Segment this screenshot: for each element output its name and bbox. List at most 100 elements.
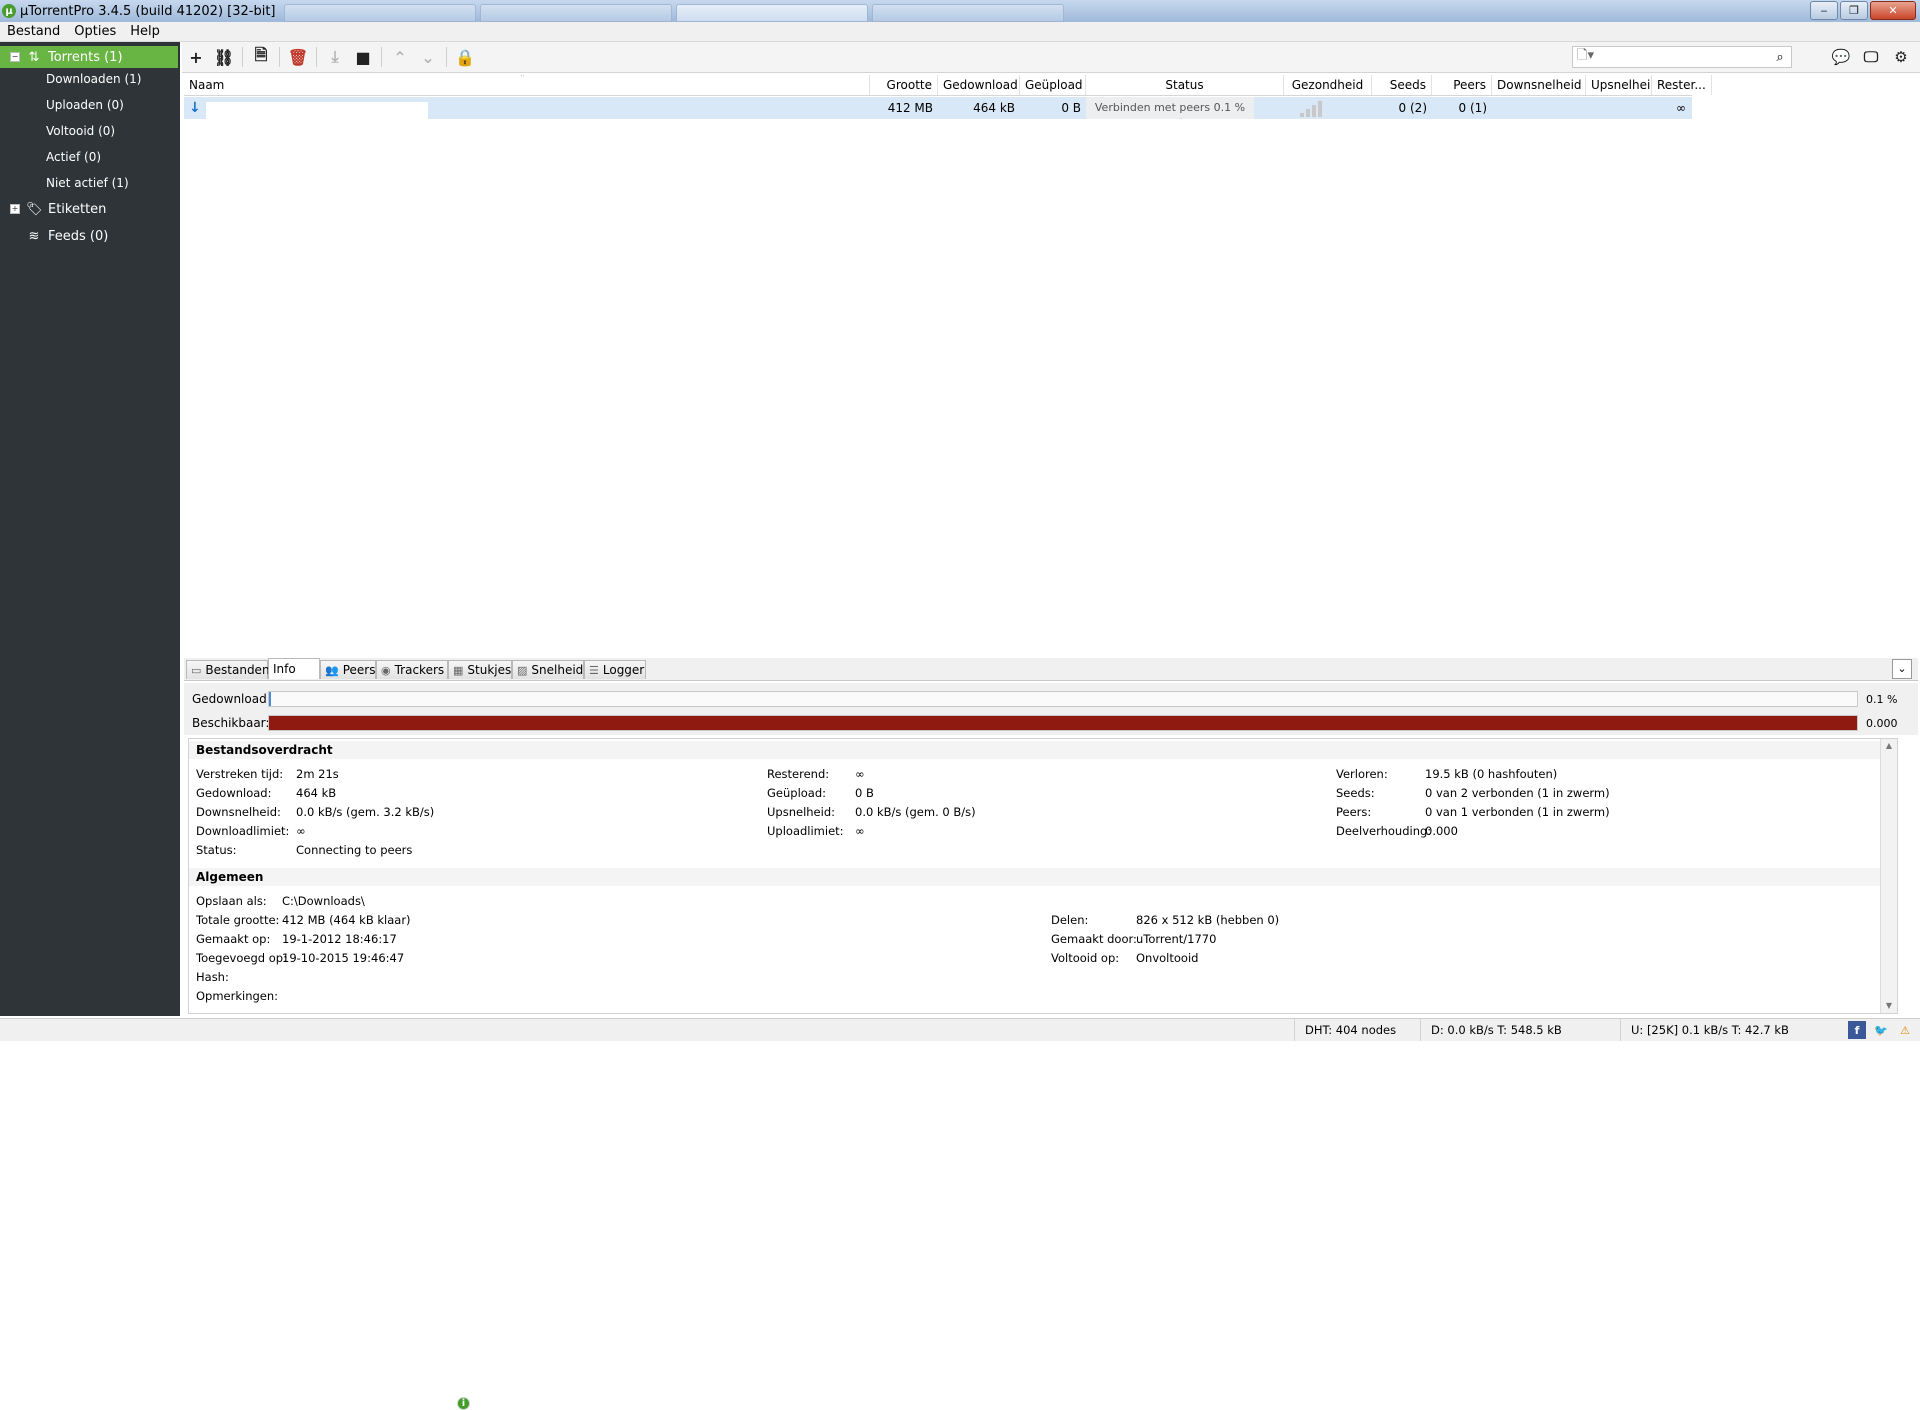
column-remaining[interactable]: Rester... xyxy=(1652,75,1712,95)
tab-label: Stukjes xyxy=(467,663,512,677)
close-button[interactable]: ✕ xyxy=(1870,1,1916,20)
menu-opties[interactable]: Opties xyxy=(67,24,123,39)
maximize-button[interactable]: ❐ xyxy=(1840,1,1868,20)
collapse-icon[interactable]: − xyxy=(10,52,20,62)
kv-label: Delen: xyxy=(1051,913,1089,927)
kv-label: Totale grootte: xyxy=(196,913,280,927)
sidebar-item-label: Niet actief (1) xyxy=(46,176,129,190)
rss-icon: ≋ xyxy=(28,228,40,244)
sidebar-item-inactive[interactable]: Niet actief (1) xyxy=(0,172,178,194)
toolbar-right: 💬 🖵 ⚙ xyxy=(1826,45,1916,69)
background-browser-tabs xyxy=(283,2,1068,22)
tab-trackers[interactable]: ◉ Trackers xyxy=(376,660,448,679)
add-torrent-button[interactable]: + xyxy=(182,45,210,69)
sidebar-item-feeds[interactable]: ≋ Feeds (0) xyxy=(0,225,178,247)
search-icon[interactable]: ⌕ xyxy=(1769,50,1791,65)
window-controls: ‒ ❐ ✕ xyxy=(1808,1,1916,20)
warning-icon[interactable]: ⚠ xyxy=(1896,1021,1914,1039)
kv-label: Downsnelheid: xyxy=(196,805,281,819)
sidebar: − ⇅ Torrents (1) Downloaden (1) Uploaden… xyxy=(0,42,180,1016)
torrents-arrows-icon: ⇅ xyxy=(28,49,40,65)
toolbar-separator xyxy=(316,47,317,67)
tab-info[interactable]: i Info xyxy=(268,658,470,1410)
column-seeds[interactable]: Seeds xyxy=(1372,75,1432,95)
column-status[interactable]: Status xyxy=(1086,75,1284,95)
menu-help[interactable]: Help xyxy=(123,24,167,39)
remove-torrent-button[interactable]: 🗑 xyxy=(284,45,312,69)
minimize-button[interactable]: ‒ xyxy=(1810,1,1838,20)
utorrent-logo-icon: µ xyxy=(2,4,16,18)
kv-label: Opmerkingen: xyxy=(196,989,279,1003)
cell-status: Verbinden met peers 0.1 % xyxy=(1086,97,1254,119)
trackers-icon: ◉ xyxy=(381,663,391,677)
move-down-button[interactable]: ⌄ xyxy=(414,45,442,69)
create-torrent-button[interactable]: 🗎 xyxy=(247,45,275,69)
sidebar-item-active[interactable]: Actief (0) xyxy=(0,146,178,168)
collapse-panel-button[interactable]: ⌄ xyxy=(1892,659,1912,679)
menu-bar: Bestand Opties Help xyxy=(0,22,1920,42)
toolbar: + ⛓ 🗎 🗑 ⤓ ■ ⌃ ⌄ 🔒 🗋▾ ⌕ 💬 🖵 ⚙ xyxy=(182,42,1920,73)
speed-graph-icon: ▨ xyxy=(517,663,528,677)
column-downloaded[interactable]: Gedownload xyxy=(938,75,1020,95)
kv-label: Opslaan als: xyxy=(196,894,267,908)
search-provider-dropdown[interactable]: 🗋▾ xyxy=(1577,46,1594,68)
column-name[interactable]: Naam ˄ xyxy=(184,75,870,95)
window-titlebar[interactable]: µ µTorrentPro 3.4.5 (build 41202) [32-bi… xyxy=(0,0,1920,22)
kv-label: Verstreken tijd: xyxy=(196,767,284,781)
kv-value: 0.000 xyxy=(1425,824,1458,838)
search-input[interactable] xyxy=(1597,48,1769,66)
remote-icon[interactable]: 🖵 xyxy=(1856,45,1886,69)
tab-pieces[interactable]: ▦ Stukjes xyxy=(448,660,512,679)
health-bars xyxy=(1300,101,1330,117)
tab-logger[interactable]: ☰ Logger xyxy=(584,660,646,679)
column-up-speed[interactable]: Upsnelheid xyxy=(1586,75,1652,95)
background-tab xyxy=(283,4,476,22)
scroll-up-arrow-icon[interactable]: ▲ xyxy=(1881,739,1897,753)
kv-label: Geüpload: xyxy=(767,786,827,800)
kv-value: 19-10-2015 19:46:47 xyxy=(282,951,405,965)
facebook-icon[interactable]: f xyxy=(1848,1021,1866,1039)
sidebar-item-completed[interactable]: Voltooid (0) xyxy=(0,120,178,142)
cell-downloaded: 464 kB xyxy=(973,101,1015,115)
column-down-speed[interactable]: Downsnelheid xyxy=(1492,75,1586,95)
sidebar-item-uploading[interactable]: Uploaden (0) xyxy=(0,94,178,116)
peers-icon: 👥 xyxy=(325,663,339,677)
kv-label: Downloadlimiet: xyxy=(196,824,290,838)
settings-gear-icon[interactable]: ⚙ xyxy=(1886,45,1916,69)
sidebar-item-downloading[interactable]: Downloaden (1) xyxy=(0,68,178,90)
add-link-button[interactable]: ⛓ xyxy=(210,45,238,69)
kv-value: 0 van 2 verbonden (1 in zwerm) xyxy=(1425,786,1610,800)
sort-ascending-icon: ˄ xyxy=(520,75,525,84)
tab-files[interactable]: ▭ Bestanden xyxy=(186,660,270,679)
kv-label: Upsnelheid: xyxy=(767,805,836,819)
kv-label: Uploadlimiet: xyxy=(767,824,844,838)
tab-peers[interactable]: 👥 Peers xyxy=(320,660,376,679)
tab-label: Bestanden xyxy=(205,663,270,677)
section-general-heading: Algemeen xyxy=(189,868,1897,886)
column-uploaded[interactable]: Geüpload xyxy=(1020,75,1086,95)
unlock-icon[interactable]: 🔒 xyxy=(451,45,479,69)
column-health[interactable]: Gezondheid xyxy=(1284,75,1372,95)
table-row[interactable]: ↓ 412 MB 464 kB 0 B Verbinden met peers … xyxy=(184,97,1692,119)
menu-bestand[interactable]: Bestand xyxy=(0,24,67,39)
expand-icon[interactable]: + xyxy=(10,204,20,214)
chat-icon[interactable]: 💬 xyxy=(1826,45,1856,69)
sidebar-item-labels[interactable]: + 🏷 Etiketten xyxy=(0,198,178,220)
info-scrollbar[interactable]: ▲ ▼ xyxy=(1880,739,1897,1013)
scroll-down-arrow-icon[interactable]: ▼ xyxy=(1881,999,1897,1013)
kv-value: 19-1-2012 18:46:17 xyxy=(282,932,397,946)
torrent-name xyxy=(206,102,428,119)
upload-status[interactable]: U: [25K] 0.1 kB/s T: 42.7 kB xyxy=(1620,1019,1821,1041)
start-download-button[interactable]: ⤓ xyxy=(321,45,349,69)
kv-value: 0.0 kB/s (gem. 0 B/s) xyxy=(855,805,976,819)
column-peers[interactable]: Peers xyxy=(1432,75,1492,95)
column-size[interactable]: Grootte xyxy=(870,75,938,95)
available-label: Beschikbaar: xyxy=(192,716,270,730)
stop-button[interactable]: ■ xyxy=(349,45,377,69)
kv-value: 464 kB xyxy=(296,786,337,800)
sidebar-item-torrents[interactable]: − ⇅ Torrents (1) xyxy=(0,46,178,68)
tab-label: Info xyxy=(273,662,296,676)
tab-speed[interactable]: ▨ Snelheid xyxy=(512,660,584,679)
twitter-icon[interactable]: 🐦 xyxy=(1872,1021,1890,1039)
move-up-button[interactable]: ⌃ xyxy=(386,45,414,69)
